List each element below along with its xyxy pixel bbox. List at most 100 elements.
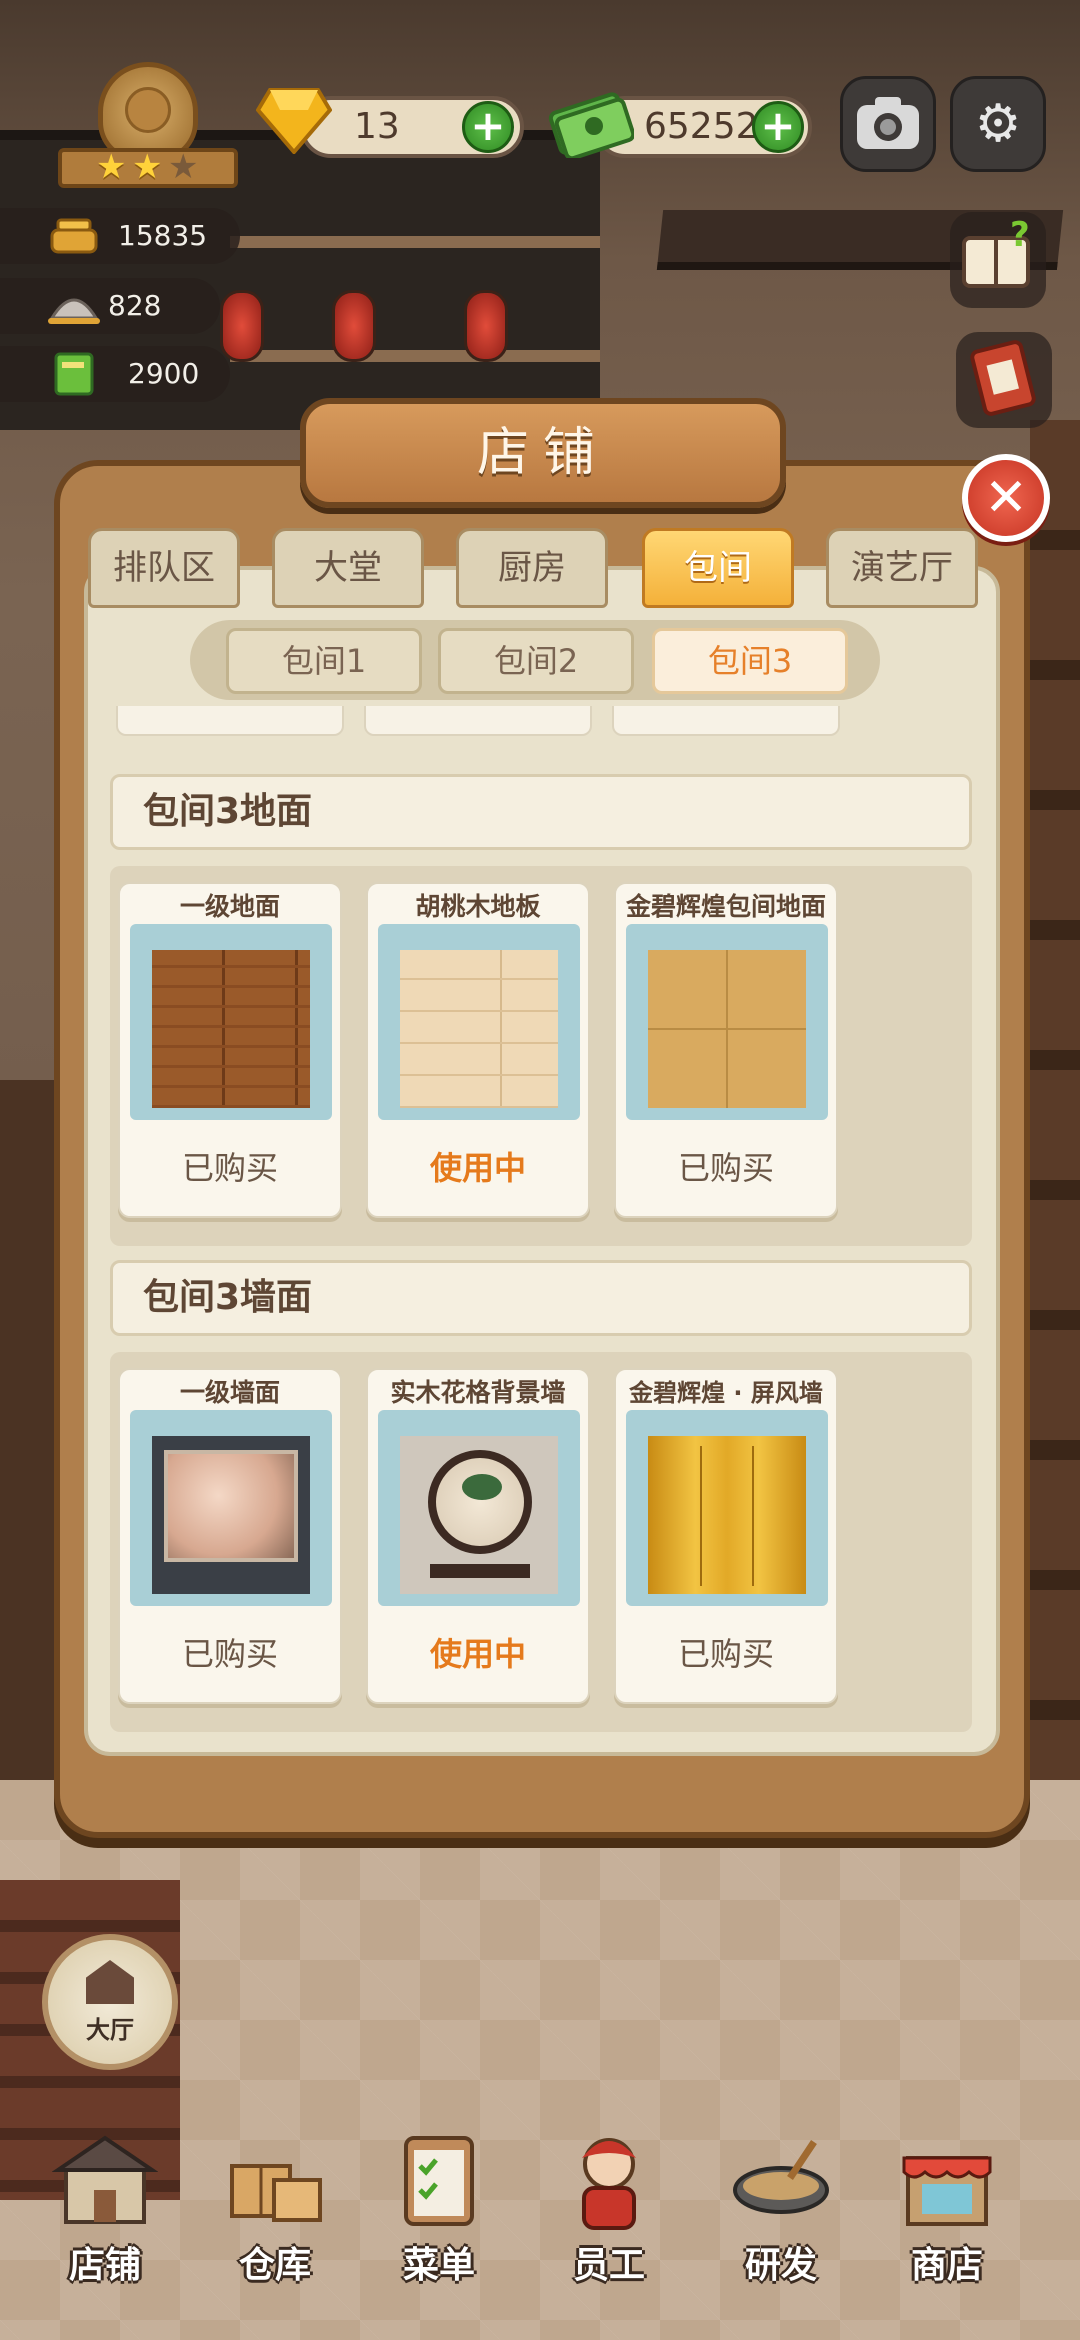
notice-button[interactable] xyxy=(956,332,1052,428)
nav-label: 员工 xyxy=(572,2245,645,2286)
item-card-golden-floor[interactable]: 金碧辉煌包间地面 已购买 xyxy=(614,882,838,1218)
house-icon xyxy=(86,1960,134,2004)
item-status: 已购买 xyxy=(677,1635,774,1673)
right-wall-decoration xyxy=(1030,420,1080,1920)
painting-canvas xyxy=(164,1450,298,1562)
shelf-board xyxy=(230,236,600,248)
item-status: 已购买 xyxy=(677,1149,774,1187)
camera-icon xyxy=(857,97,919,149)
tab-label: 大堂 xyxy=(314,548,382,588)
camera-button[interactable] xyxy=(840,76,936,172)
stat-row-service[interactable]: 828 xyxy=(0,278,220,334)
service-cloche-icon xyxy=(48,298,100,324)
list-item[interactable] xyxy=(116,706,344,736)
item-status: 已购买 xyxy=(181,1149,278,1187)
star-icon: ★ xyxy=(168,147,199,187)
close-button[interactable]: ✕ xyxy=(962,454,1050,542)
tab-label: 演艺厅 xyxy=(851,548,953,588)
tab-kitchen[interactable]: 厨房 xyxy=(456,528,608,608)
subtab-label: 包间2 xyxy=(493,642,579,680)
item-card-golden-screen-wall[interactable]: 金碧辉煌 · 屏风墙 已购买 xyxy=(614,1368,838,1704)
tab-private-room[interactable]: 包间 xyxy=(642,528,794,608)
tab-performance-hall[interactable]: 演艺厅 xyxy=(826,528,978,608)
subtab-label: 包间3 xyxy=(707,642,793,680)
item-card-wood-lattice-wall[interactable]: 实木花格背景墙 使用中 xyxy=(366,1368,590,1704)
nav-shop[interactable]: 商店 xyxy=(872,2128,1022,2328)
stat-value: 15835 xyxy=(118,219,208,252)
golden-screen-preview xyxy=(648,1436,806,1594)
section-body-floor: 一级地面 已购买 胡桃木地板 使用中 金碧辉煌包间地面 已购买 xyxy=(110,866,972,1246)
hall-button[interactable]: 大厅 xyxy=(42,1934,178,2070)
nav-staff[interactable]: 员工 xyxy=(534,2128,684,2328)
tab-label: 厨房 xyxy=(498,548,566,588)
gem-icon xyxy=(256,88,332,154)
item-preview-frame xyxy=(130,1410,332,1606)
stat-row-recipes[interactable]: 2900 xyxy=(0,346,230,402)
item-card-walnut-floor[interactable]: 胡桃木地板 使用中 xyxy=(366,882,590,1218)
walnut-floor-preview xyxy=(400,950,558,1108)
waiter-icon xyxy=(582,2138,636,2230)
wok-icon xyxy=(733,2140,829,2214)
settings-button[interactable]: ⚙ xyxy=(950,76,1046,172)
item-name: 一级地面 xyxy=(179,892,280,921)
scroll-notice-icon xyxy=(970,340,1036,416)
lantern-decoration xyxy=(332,290,376,362)
nav-research[interactable]: 研发 xyxy=(706,2128,856,2328)
subtab-room-3[interactable]: 包间3 xyxy=(652,628,848,694)
bonsai-shape xyxy=(462,1474,502,1500)
item-name: 实木花格背景墙 xyxy=(390,1378,566,1407)
section-body-wall: 一级墙面 已购买 实木花格背景墙 使用中 金碧辉煌 · 屏风墙 已购买 xyxy=(110,1352,972,1732)
item-preview-frame xyxy=(626,924,828,1120)
subtab-room-1[interactable]: 包间1 xyxy=(226,628,422,694)
badge-emblem-icon xyxy=(125,87,171,133)
wood-floor-preview xyxy=(152,950,310,1108)
item-card-basic-floor[interactable]: 一级地面 已购买 xyxy=(118,882,342,1218)
nav-store[interactable]: 店铺 xyxy=(30,2128,180,2328)
guide-book-button[interactable]: ? xyxy=(950,212,1046,308)
storefront-icon xyxy=(52,2135,158,2224)
item-preview-frame xyxy=(626,1410,828,1606)
subtab-label: 包间1 xyxy=(281,642,367,680)
hall-label: 大厅 xyxy=(86,2016,134,2044)
subtab-room-2[interactable]: 包间2 xyxy=(438,628,634,694)
lantern-decoration xyxy=(464,290,508,362)
panel-title: 店铺 xyxy=(476,423,609,483)
left-wall-decoration xyxy=(0,1080,60,1780)
item-name: 一级墙面 xyxy=(179,1378,280,1407)
tab-label: 包间 xyxy=(684,548,752,588)
item-status: 使用中 xyxy=(429,1149,526,1187)
recipe-book-icon xyxy=(54,352,94,396)
gem-count: 13 xyxy=(354,106,400,147)
tab-label: 排队区 xyxy=(113,548,215,588)
section-header-floor: 包间3地面 xyxy=(110,774,972,850)
section-title: 包间3地面 xyxy=(143,791,313,832)
nav-label: 菜单 xyxy=(402,2245,475,2286)
tab-queue-area[interactable]: 排队区 xyxy=(88,528,240,608)
add-gems-button[interactable]: + xyxy=(462,101,514,153)
item-status: 使用中 xyxy=(429,1635,526,1673)
decor-item-list[interactable]: 包间3地面 一级地面 已购买 胡桃木地板 使用中 金碧辉煌包间地面 已购买 包间… xyxy=(100,706,980,1786)
nav-label: 商店 xyxy=(910,2245,983,2286)
nav-menu[interactable]: 菜单 xyxy=(364,2128,514,2328)
add-cash-button[interactable]: + xyxy=(752,101,804,153)
painting-wall-preview xyxy=(152,1436,310,1594)
nav-label: 研发 xyxy=(744,2245,817,2286)
help-book-icon: ? xyxy=(962,215,1030,288)
star-icon: ★ xyxy=(132,147,163,187)
close-icon: ✕ xyxy=(984,468,1028,528)
nav-warehouse[interactable]: 仓库 xyxy=(200,2128,350,2328)
lantern-decoration xyxy=(220,290,264,362)
list-item[interactable] xyxy=(364,706,592,736)
lattice-wall-preview xyxy=(400,1436,558,1594)
item-preview-frame xyxy=(378,924,580,1120)
list-item[interactable] xyxy=(612,706,840,736)
restaurant-level-badge[interactable]: ★ ★ ★ xyxy=(58,62,238,192)
section-title: 包间3墙面 xyxy=(143,1277,313,1318)
moon-window-shape xyxy=(428,1450,532,1554)
svg-text:?: ? xyxy=(1010,215,1030,255)
stat-row-dishes[interactable]: 15835 xyxy=(0,208,240,264)
shelf-board xyxy=(230,350,600,362)
tab-lobby[interactable]: 大堂 xyxy=(272,528,424,608)
item-card-basic-wall[interactable]: 一级墙面 已购买 xyxy=(118,1368,342,1704)
item-preview-frame xyxy=(130,924,332,1120)
